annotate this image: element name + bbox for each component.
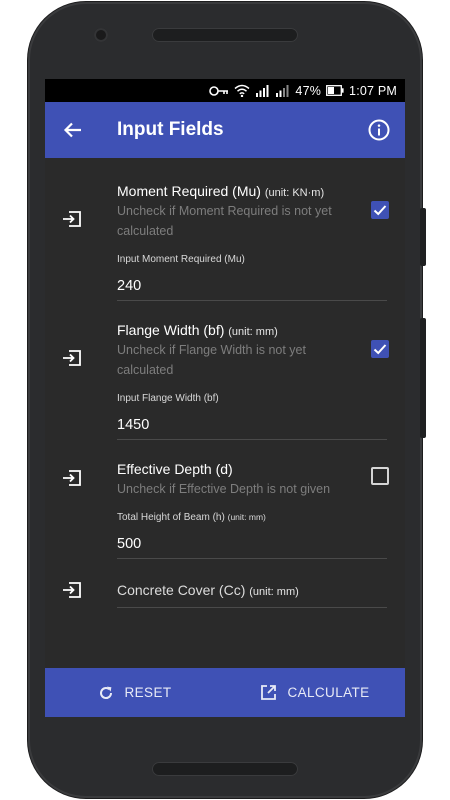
input-icon bbox=[63, 211, 81, 227]
top-speaker bbox=[152, 28, 298, 42]
input-icon bbox=[63, 350, 81, 366]
field-title: Effective Depth (d) bbox=[117, 461, 233, 477]
refresh-icon bbox=[100, 686, 113, 699]
input-label: Total Height of Beam (h) (unit: mm) bbox=[117, 512, 266, 523]
bottom-speaker bbox=[152, 762, 298, 776]
flange-width-field: Flange Width (bf) (unit: mm) Uncheck if … bbox=[45, 297, 405, 447]
moment-required-field: Moment Required (Mu) (unit: KN·m) Unchec… bbox=[45, 158, 405, 308]
power-button bbox=[420, 318, 426, 438]
moment-required-checkbox[interactable] bbox=[371, 201, 389, 219]
concrete-cover-field[interactable]: Concrete Cover (Cc) (unit: mm) bbox=[45, 570, 405, 630]
check-icon bbox=[373, 205, 387, 216]
battery-icon bbox=[326, 85, 344, 96]
input-label: Input Flange Width (bf) bbox=[117, 393, 219, 404]
check-icon bbox=[373, 344, 387, 355]
volume-button bbox=[420, 208, 426, 266]
input-fields-list: Moment Required (Mu) (unit: KN·m) Unchec… bbox=[45, 158, 405, 668]
bottom-action-bar: RESET CALCULATE bbox=[45, 668, 405, 717]
page-title: Input Fields bbox=[117, 119, 224, 140]
concrete-cover-underline bbox=[117, 607, 387, 608]
effective-depth-checkbox[interactable] bbox=[371, 467, 389, 485]
field-title: Moment Required (Mu) (unit: KN·m) bbox=[117, 183, 325, 199]
field-title: Flange Width (bf) (unit: mm) bbox=[117, 322, 278, 338]
calculate-button[interactable]: CALCULATE bbox=[225, 668, 405, 717]
input-icon bbox=[63, 470, 81, 486]
screen: 47% 1:07 PM Input Fields Moment Required… bbox=[45, 79, 405, 717]
input-label: Input Moment Required (Mu) bbox=[117, 254, 245, 265]
status-bar: 47% 1:07 PM bbox=[45, 79, 405, 102]
field-title: Concrete Cover (Cc) (unit: mm) bbox=[117, 582, 299, 598]
open-in-new-icon bbox=[261, 685, 277, 700]
input-icon bbox=[63, 582, 81, 598]
signal-icon bbox=[255, 84, 270, 97]
back-button[interactable] bbox=[45, 102, 101, 158]
wifi-icon bbox=[234, 84, 250, 97]
field-hint: Uncheck if Effective Depth is not given bbox=[117, 482, 331, 496]
key-icon bbox=[209, 85, 229, 97]
calculate-label: CALCULATE bbox=[287, 685, 370, 700]
app-bar: Input Fields bbox=[45, 102, 405, 158]
status-time: 1:07 PM bbox=[349, 83, 397, 98]
total-height-input[interactable]: 500 bbox=[117, 536, 387, 559]
arrow-back-icon bbox=[63, 122, 81, 138]
field-hint: Uncheck if Moment Required is not yet ca… bbox=[117, 204, 332, 238]
flange-width-checkbox[interactable] bbox=[371, 340, 389, 358]
info-icon bbox=[368, 119, 390, 141]
info-button[interactable] bbox=[367, 118, 391, 142]
reset-label: RESET bbox=[124, 685, 172, 700]
battery-percent: 47% bbox=[295, 83, 322, 98]
effective-depth-field: Effective Depth (d) Uncheck if Effective… bbox=[45, 436, 405, 566]
front-camera bbox=[94, 28, 108, 42]
signal-icon bbox=[275, 84, 290, 97]
reset-button[interactable]: RESET bbox=[45, 668, 225, 717]
field-hint: Uncheck if Flange Width is not yet calcu… bbox=[117, 343, 306, 377]
